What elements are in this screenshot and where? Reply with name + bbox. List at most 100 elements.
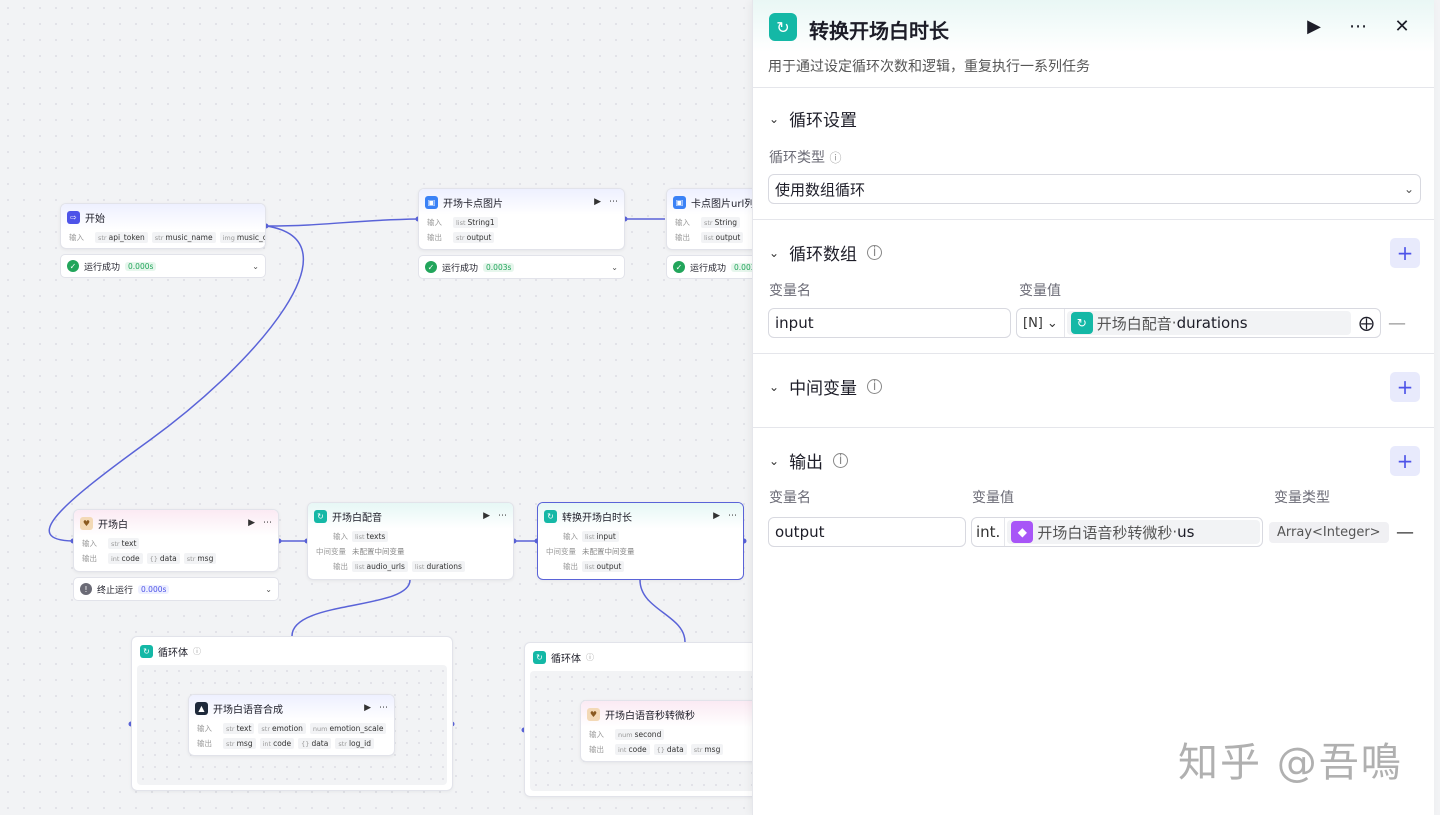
panel-title[interactable]: 转换开场白时长 (809, 15, 949, 44)
var-name: String (714, 218, 737, 227)
var-tag: str emotion (258, 723, 306, 734)
node-inputs: 输入 str text str emotion num emotion_scale (189, 721, 394, 736)
node-convert[interactable]: ↻ 转换开场白时长 ▶ ⋯ 输入 list input 中间变量 未配置中间变量 输… (537, 502, 744, 580)
variable-picker-icon[interactable]: ⨁ (1353, 314, 1380, 332)
outputs-label: 输出 (197, 739, 212, 748)
var-type: str (338, 740, 347, 748)
outputs-label: 输出 (427, 233, 442, 242)
ref-node: 开场白语音秒转微秒 (1037, 523, 1173, 542)
run-icon[interactable]: ▶ (1304, 16, 1324, 37)
var-name: output (466, 233, 492, 242)
var-type: list (456, 219, 466, 227)
node-opening-status[interactable]: ! 终止运行 0.000s ⌄ (73, 577, 279, 601)
var-type: str (154, 234, 164, 242)
section-loop-settings: ⌄ 循环设置 循环类型 ⓘ 使用数组循环 ⌄ (753, 88, 1434, 220)
col-name-label: 变量名 (769, 283, 811, 299)
var-name: music_cover (236, 233, 265, 242)
var-name: msg (704, 745, 721, 754)
var-type-badge: Array<Integer> (1269, 522, 1389, 543)
more-icon[interactable]: ⋯ (609, 197, 618, 207)
loop-icon: ↻ (544, 509, 557, 523)
array-var-value[interactable]: [N] ⌄ ↻ 开场白配音 · durations ⨁ (1016, 308, 1381, 338)
section-header[interactable]: ⌄ 循环数组 i (769, 240, 883, 265)
more-icon[interactable]: ⋯ (1348, 16, 1368, 37)
add-output-button[interactable]: + (1390, 446, 1420, 476)
panel-description[interactable]: 用于通过设定循环次数和逻辑，重复执行一系列任务 (768, 56, 1090, 76)
type-select[interactable]: [N] ⌄ (1017, 309, 1065, 337)
node-start[interactable]: ⇨ 开始 输入 str api_token str music_name img mu… (60, 203, 266, 249)
node-opening-pic[interactable]: ▣ 开场卡点图片 ▶ ⋯ 输入 list String1 输出 str output (418, 188, 625, 250)
node-outputs: 输出 list audio_urls list durations (308, 559, 513, 574)
section-title: 中间变量 (789, 379, 858, 399)
node-start-status[interactable]: ✓ 运行成功 0.000s ⌄ (60, 254, 266, 278)
plugin-icon: ▣ (673, 195, 686, 209)
output-var-name-input[interactable]: output (768, 517, 966, 547)
var-name: String1 (467, 218, 495, 227)
array-var-name-input[interactable]: input (768, 308, 1011, 338)
var-tag: list durations (411, 561, 465, 572)
var-type: {} (149, 555, 158, 563)
add-mid-var-button[interactable]: + (1390, 372, 1420, 402)
info-icon: i (867, 245, 883, 260)
node-outputs: 输出 int code {} data str msg (581, 742, 773, 757)
node-tts[interactable]: ▲ 开场白语音合成 ▶ ⋯ 输入 str text str emotion num em… (188, 694, 395, 756)
col-value-label: 变量值 (1019, 283, 1061, 299)
remove-row-icon[interactable]: — (1388, 313, 1406, 334)
inputs-label: 输入 (427, 218, 442, 227)
run-icon[interactable]: ▶ (364, 703, 371, 713)
mid-label: 中间变量 (316, 547, 346, 556)
remove-row-icon[interactable]: — (1396, 522, 1414, 543)
more-icon[interactable]: ⋯ (379, 703, 388, 713)
watermark: 知乎 @吾鳴 (1178, 740, 1403, 786)
section-header[interactable]: ⌄ 输出 i (769, 448, 849, 473)
run-icon[interactable]: ▶ (248, 518, 255, 528)
inputs-label: 输入 (563, 532, 578, 541)
node-dub[interactable]: ↻ 开场白配音 ▶ ⋯ 输入 list texts 中间变量 未配置中间变量 输出 … (307, 502, 514, 580)
node-sec-to-us[interactable]: ♥ 开场白语音秒转微秒 输入 num second 输出 int code {} da… (580, 700, 774, 762)
run-icon[interactable]: ▶ (483, 511, 490, 521)
int-type-glyph[interactable]: int. (972, 518, 1006, 546)
more-icon[interactable]: ⋯ (728, 511, 737, 521)
var-name: text (236, 724, 252, 733)
var-name: msg (197, 554, 214, 563)
label-text: 循环类型 (769, 150, 825, 166)
ref-chip[interactable]: ◆ 开场白语音秒转微秒 · us (1007, 520, 1260, 544)
node-inputs: 输入 strapi_token strmusic_name imgmusic_c… (61, 230, 265, 245)
ref-chip[interactable]: ↻ 开场白配音 · durations (1066, 311, 1351, 335)
var-type: str (98, 234, 107, 242)
output-var-value[interactable]: int. ◆ 开场白语音秒转微秒 · us (971, 517, 1263, 547)
chevron-down-icon: ⌄ (611, 262, 618, 272)
input-value: input (775, 314, 814, 332)
node-pic-status[interactable]: ✓ 运行成功 0.003s ⌄ (418, 255, 625, 279)
var-name: emotion (272, 724, 303, 733)
mid-text: 未配置中间变量 (582, 547, 635, 556)
section-header[interactable]: ⌄ 中间变量 i (769, 374, 883, 399)
node-inputs: 输入 list String1 (419, 215, 624, 230)
edge-start-pic (265, 218, 419, 227)
node-opening[interactable]: ♥ 开场白 ▶ ⋯ 输入 str text 输出 int code {} data st… (73, 509, 279, 572)
section-header[interactable]: ⌄ 循环设置 (769, 106, 857, 131)
close-icon[interactable]: ✕ (1392, 16, 1412, 37)
var-type: str (704, 219, 713, 227)
run-icon[interactable]: ▶ (713, 511, 720, 521)
var-tag: str msg (690, 744, 724, 755)
more-icon[interactable]: ⋯ (498, 511, 507, 521)
var-tag: str music_name (151, 232, 216, 243)
node-inputs: 输入 str text (74, 536, 278, 551)
loop-title: 循环体 (551, 653, 581, 665)
var-type: img (222, 234, 235, 242)
var-tag: list output (582, 561, 625, 572)
col-type-label: 变量类型 (1274, 490, 1330, 506)
run-icon[interactable]: ▶ (594, 197, 601, 207)
outputs-label: 输出 (333, 562, 348, 571)
more-icon[interactable]: ⋯ (263, 518, 272, 528)
var-type: int (111, 555, 120, 563)
loop-type-select[interactable]: 使用数组循环 ⌄ (768, 174, 1421, 204)
inputs-label: 输入 (197, 724, 212, 733)
node-title: 开场白 (98, 519, 128, 531)
add-array-button[interactable]: + (1390, 238, 1420, 268)
node-outputs: 输出 str msg int code {} data str log_id (189, 736, 394, 751)
edge-dub-loop1 (291, 579, 411, 637)
chevron-down-icon: ⌄ (252, 261, 259, 271)
section-title: 循环数组 (789, 245, 858, 265)
